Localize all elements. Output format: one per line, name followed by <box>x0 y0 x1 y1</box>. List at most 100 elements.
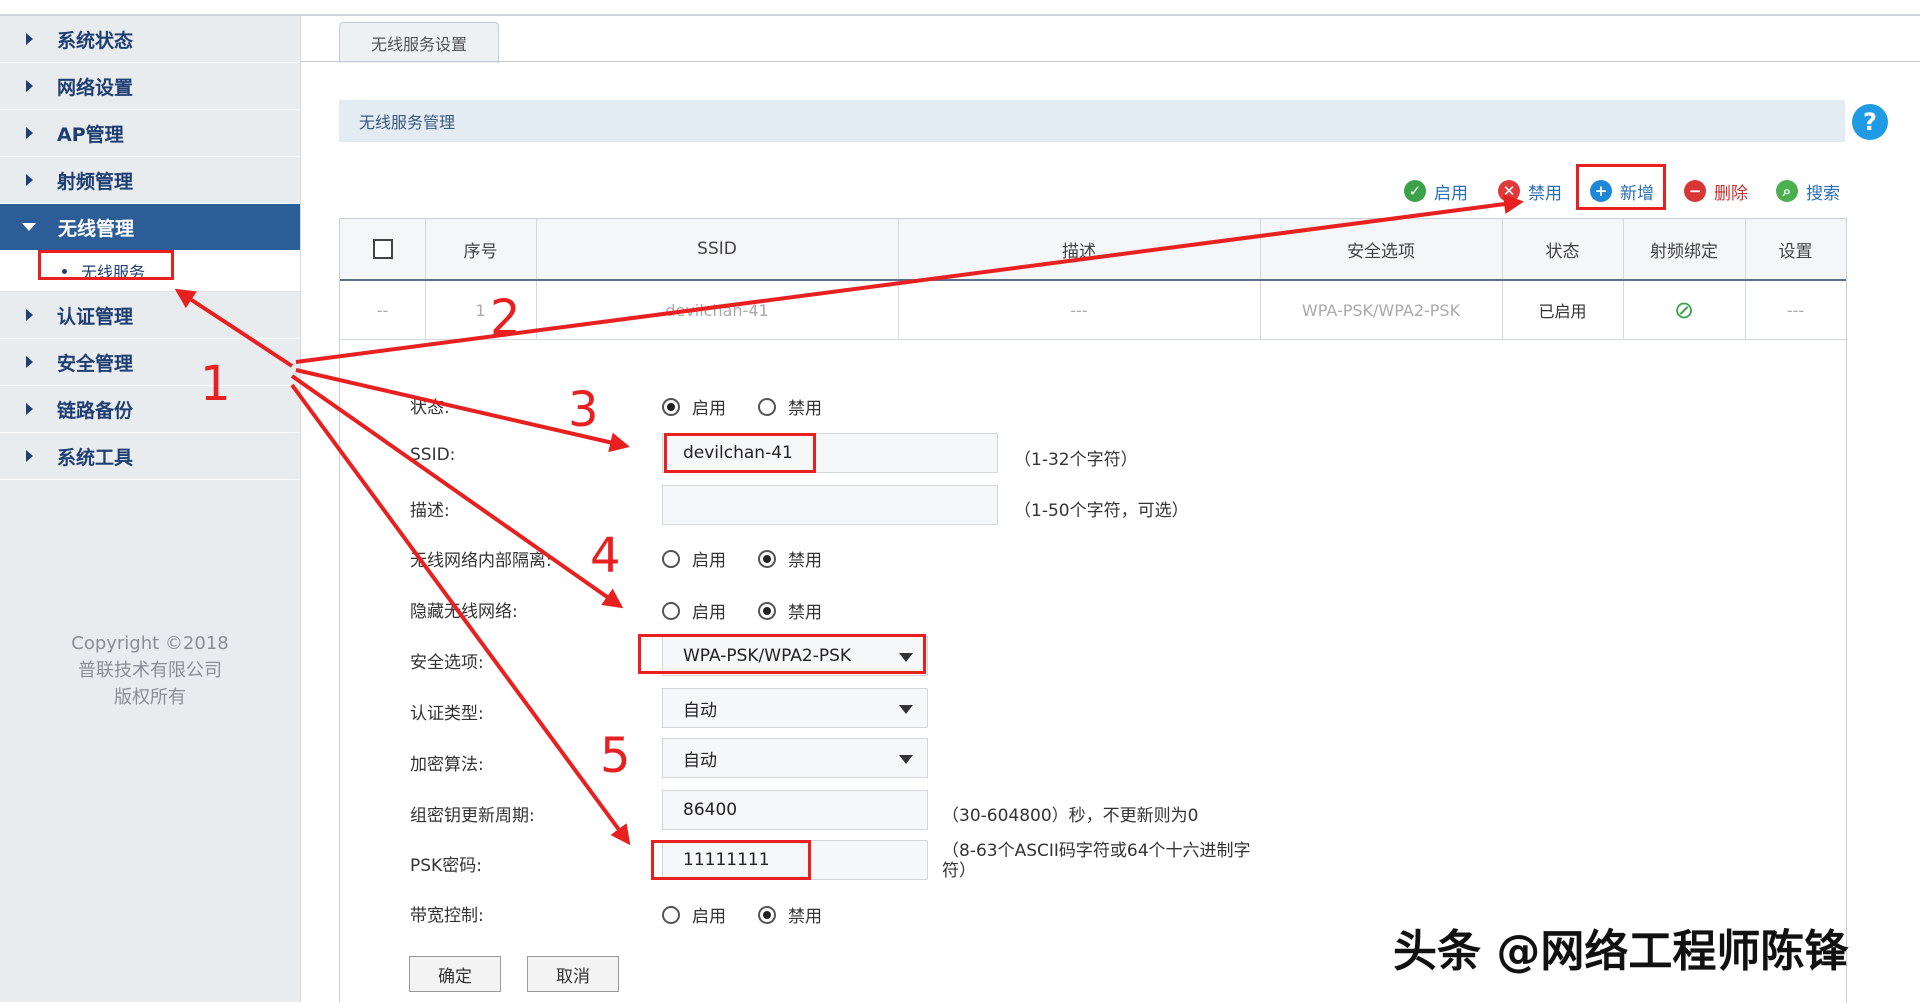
select-all-checkbox[interactable] <box>372 239 393 259</box>
annotation-number-1: 1 <box>200 356 231 412</box>
isolation-disable-radio[interactable]: 禁用 <box>758 546 822 571</box>
enable-button[interactable]: ✓ 启用 <box>1404 176 1468 206</box>
section-header: 无线服务管理 <box>339 100 1845 142</box>
caret-right-icon <box>26 33 33 45</box>
cipher-label: 加密算法: <box>410 755 484 775</box>
status-disable-radio[interactable]: 禁用 <box>758 394 822 419</box>
sidebar: 系统状态 网络设置 AP管理 射频管理 无线管理 无线服务 认证管理 安全管理 … <box>0 16 301 1002</box>
caret-right-icon <box>26 80 33 92</box>
ok-button[interactable]: 确定 <box>409 956 501 992</box>
psk-label: PSK密码: <box>410 856 482 876</box>
isolation-enable-radio[interactable]: 启用 <box>662 546 726 571</box>
table-header: 序号 SSID 描述 安全选项 状态 射频绑定 设置 <box>340 219 1846 281</box>
radio-off-icon <box>662 549 680 568</box>
ssid-input[interactable]: devilchan-41 <box>662 433 998 473</box>
sidebar-item-security[interactable]: 安全管理 <box>0 339 300 386</box>
radio-off-icon <box>662 905 680 924</box>
disable-button[interactable]: ✕ 禁用 <box>1498 176 1562 206</box>
row-status: 已启用 <box>1502 281 1624 339</box>
annotation-number-4: 4 <box>590 528 621 584</box>
caret-right-icon <box>26 356 33 368</box>
security-label: 安全选项: <box>410 653 484 673</box>
delete-button[interactable]: − 删除 <box>1684 176 1748 206</box>
add-button[interactable]: + 新增 <box>1590 176 1654 206</box>
bandwidth-label: 带宽控制: <box>410 906 484 926</box>
hide-enable-radio[interactable]: 启用 <box>662 598 726 623</box>
row-settings: --- <box>1786 300 1805 320</box>
radio-off-icon <box>662 601 680 620</box>
radio-on-icon <box>758 549 776 568</box>
tab-wireless-service-settings[interactable]: 无线服务设置 <box>339 22 499 63</box>
caret-right-icon <box>26 174 33 186</box>
help-icon[interactable]: ? <box>1852 104 1888 140</box>
psk-input[interactable]: 11111111 <box>662 840 928 880</box>
bandwidth-disable-radio[interactable]: 禁用 <box>758 902 822 927</box>
bandwidth-enable-radio[interactable]: 启用 <box>662 902 726 927</box>
description-label: 描述: <box>410 501 450 521</box>
annotation-number-3: 3 <box>568 382 599 438</box>
annotation-number-2: 2 <box>490 290 521 346</box>
sidebar-item-link-backup[interactable]: 链路备份 <box>0 386 300 433</box>
col-status: 状态 <box>1502 219 1624 279</box>
cipher-select[interactable]: 自动 <box>662 738 928 778</box>
annotation-number-5: 5 <box>600 728 631 784</box>
table-row[interactable]: -- 1 devilchan-41 --- WPA-PSK/WPA2-PSK 已… <box>340 281 1846 340</box>
cancel-button[interactable]: 取消 <box>527 956 619 992</box>
rekey-hint: （30-604800）秒，不更新则为0 <box>942 806 1199 826</box>
col-radio-binding: 射频绑定 <box>1623 219 1746 279</box>
x-circle-icon: ✕ <box>1498 180 1520 202</box>
select-all-cell <box>340 219 426 279</box>
col-security: 安全选项 <box>1260 219 1503 279</box>
col-index: 序号 <box>425 219 537 279</box>
caret-right-icon <box>26 403 33 415</box>
row-security: WPA-PSK/WPA2-PSK <box>1260 281 1503 339</box>
security-select[interactable]: WPA-PSK/WPA2-PSK <box>662 636 928 676</box>
row-description: --- <box>898 281 1261 339</box>
col-ssid: SSID <box>536 219 899 279</box>
search-icon: ⌕ <box>1776 180 1798 202</box>
sidebar-item-network[interactable]: 网络设置 <box>0 63 300 110</box>
psk-hint: （8-63个ASCII码字符或64个十六进制字 符） <box>942 841 1251 881</box>
rekey-input[interactable]: 86400 <box>662 790 928 830</box>
hide-network-label: 隐藏无线网络: <box>410 602 518 622</box>
check-circle-icon: ✓ <box>1404 180 1426 202</box>
ssid-label: SSID: <box>410 445 456 465</box>
isolation-label: 无线网络内部隔离: <box>410 551 552 571</box>
sidebar-item-radio[interactable]: 射频管理 <box>0 157 300 204</box>
section-title: 无线服务管理 <box>359 113 456 132</box>
row-select: -- <box>340 281 426 339</box>
auth-type-select[interactable]: 自动 <box>662 688 928 728</box>
watermark: 头条 @网络工程师陈锋 <box>1393 926 1849 977</box>
caret-right-icon <box>26 450 33 462</box>
sidebar-item-system-tools[interactable]: 系统工具 <box>0 433 300 480</box>
description-hint: （1-50个字符，可选） <box>1014 501 1189 521</box>
row-ssid: devilchan-41 <box>536 281 899 339</box>
status-enable-radio[interactable]: 启用 <box>662 394 726 419</box>
rekey-label: 组密钥更新周期: <box>410 806 535 826</box>
radio-off-icon <box>758 397 776 416</box>
plus-circle-icon: + <box>1590 180 1612 202</box>
radio-on-icon <box>758 905 776 924</box>
bullet-icon <box>62 268 67 274</box>
search-button[interactable]: ⌕ 搜索 <box>1776 176 1840 206</box>
minus-circle-icon: − <box>1684 180 1706 202</box>
description-input[interactable] <box>662 485 998 525</box>
top-border <box>0 0 1920 16</box>
copyright: Copyright ©2018 普联技术有限公司 版权所有 <box>71 633 229 708</box>
wireless-service-table: 序号 SSID 描述 安全选项 状态 射频绑定 设置 -- 1 devilcha… <box>339 218 1847 1003</box>
status-label: 状态: <box>410 398 450 418</box>
caret-right-icon <box>26 309 33 321</box>
sidebar-item-auth[interactable]: 认证管理 <box>0 292 300 339</box>
hide-disable-radio[interactable]: 禁用 <box>758 598 822 623</box>
radio-on-icon <box>758 601 776 620</box>
sidebar-subitem-wireless-service[interactable]: 无线服务 <box>0 251 300 292</box>
auth-type-label: 认证类型: <box>410 704 484 724</box>
paperclip-icon[interactable]: ⊘ <box>1623 281 1746 339</box>
caret-down-icon <box>22 223 36 231</box>
caret-right-icon <box>26 127 33 139</box>
col-description: 描述 <box>898 219 1261 279</box>
sidebar-item-system-status[interactable]: 系统状态 <box>0 16 300 63</box>
sidebar-item-ap[interactable]: AP管理 <box>0 110 300 157</box>
radio-on-icon <box>662 397 680 416</box>
sidebar-item-wireless[interactable]: 无线管理 <box>0 204 300 251</box>
